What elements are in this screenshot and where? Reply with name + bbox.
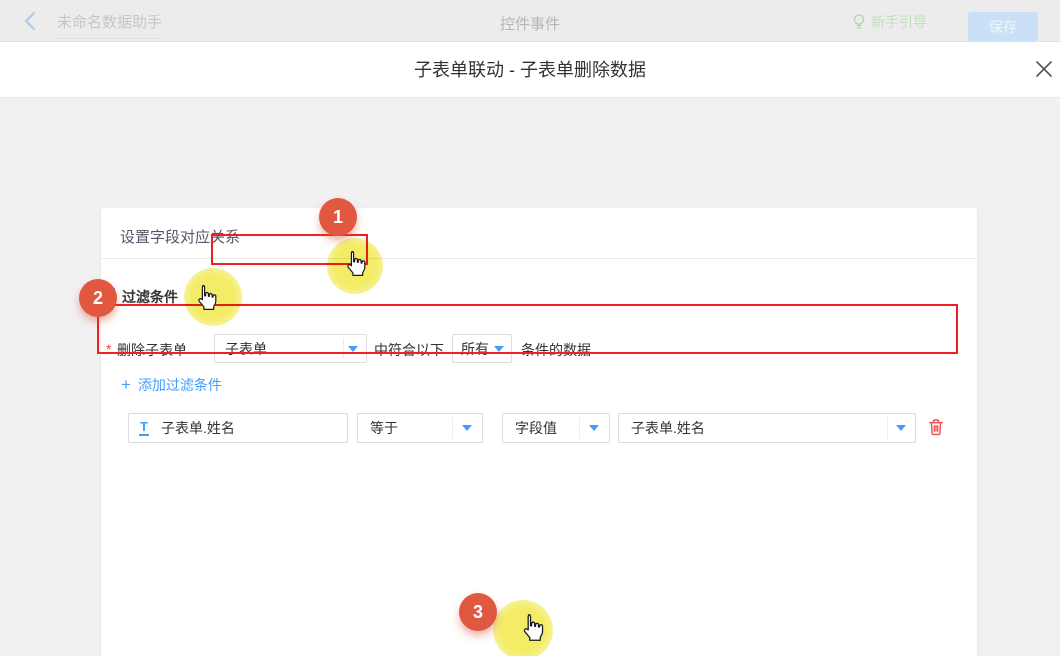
required-mark: * (106, 341, 111, 357)
delete-subform-label: 删除子表单 (117, 340, 187, 360)
trash-icon (926, 417, 946, 437)
add-filter-condition-label: 添加过滤条件 (138, 375, 222, 395)
divider (887, 417, 888, 439)
value-type-select-value: 字段值 (515, 418, 557, 438)
condition-field-value: 子表单.姓名 (161, 418, 235, 438)
caret-down-icon (896, 425, 906, 431)
value-type-select[interactable]: 字段值 (502, 413, 610, 443)
divider (579, 417, 580, 439)
operator-select-value: 等于 (370, 418, 398, 438)
caret-down-icon (589, 425, 599, 431)
caret-down-icon (348, 346, 358, 352)
value-field-select[interactable]: 子表单.姓名 (618, 413, 916, 443)
panel-title: 设置字段对应关系 (120, 226, 240, 247)
screen: 未命名数据助手 控件事件 新手引导 保存 子表单联动 - 子表单删除数据 设置字… (0, 0, 1060, 656)
value-field-select-value: 子表单.姓名 (631, 418, 705, 438)
plus-icon: + (121, 378, 131, 392)
top-bar: 未命名数据助手 控件事件 新手引导 保存 (0, 0, 1060, 42)
suffix-text: 条件的数据 (521, 340, 591, 360)
add-filter-condition-link[interactable]: + 添加过滤条件 (121, 375, 222, 395)
scope-select[interactable]: 所有 (452, 334, 512, 363)
text-field-icon: T (139, 420, 149, 436)
beginner-guide-link[interactable]: 新手引导 (852, 12, 927, 32)
caret-down-icon (494, 346, 504, 352)
modal-title: 子表单联动 - 子表单删除数据 (0, 42, 1060, 98)
settings-panel: 设置字段对应关系 过滤条件 * 删除子表单 子表单 中符合以下 所有 条件的数据… (101, 208, 977, 656)
divider (101, 258, 977, 259)
operator-select[interactable]: 等于 (357, 413, 483, 443)
middle-text: 中符合以下 (374, 340, 444, 360)
scope-select-value: 所有 (461, 339, 489, 359)
modal-body: 设置字段对应关系 过滤条件 * 删除子表单 子表单 中符合以下 所有 条件的数据… (0, 98, 1060, 656)
caret-down-icon (462, 425, 472, 431)
subform-select-value: 子表单 (225, 339, 267, 359)
section-accent-bar (112, 288, 115, 303)
delete-condition-button[interactable] (925, 417, 947, 439)
close-icon[interactable] (1034, 60, 1054, 80)
filter-section-title: 过滤条件 (122, 287, 178, 307)
divider (343, 338, 344, 359)
save-button[interactable]: 保存 (968, 12, 1038, 41)
condition-field-input[interactable]: T 子表单.姓名 (128, 413, 348, 443)
subform-select[interactable]: 子表单 (214, 334, 367, 363)
guide-label: 新手引导 (871, 12, 927, 32)
lightbulb-icon (852, 13, 866, 31)
modal-header: 子表单联动 - 子表单删除数据 (0, 42, 1060, 98)
divider (452, 417, 453, 439)
